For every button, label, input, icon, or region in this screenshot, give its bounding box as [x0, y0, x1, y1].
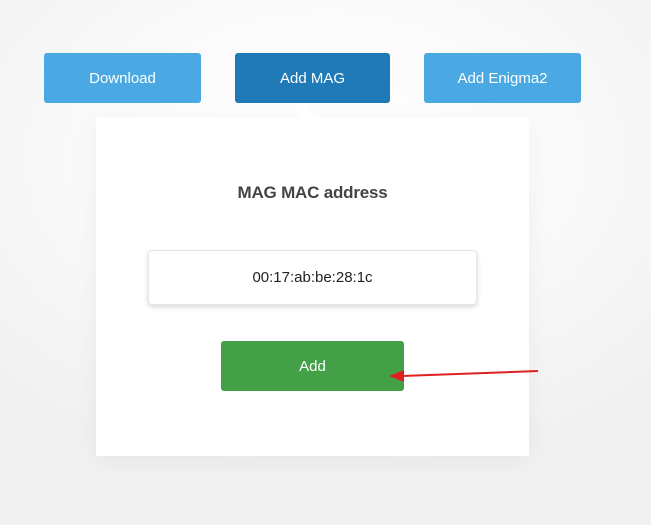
- add-mag-tab-label: Add MAG: [279, 69, 346, 87]
- add-enigma2-tab-button[interactable]: Add Enigma2: [424, 53, 581, 103]
- download-tab-button[interactable]: Download: [44, 53, 201, 103]
- download-tab-label: Download: [89, 69, 156, 87]
- active-tab-pointer: [297, 103, 315, 117]
- panel-title: MAG MAC address: [237, 183, 388, 202]
- add-button-label: Add: [299, 357, 326, 375]
- mac-address-input[interactable]: [148, 250, 477, 305]
- add-mag-tab-button[interactable]: Add MAG: [235, 53, 390, 103]
- add-mag-panel: MAG MAC address Add: [96, 117, 529, 456]
- add-enigma2-tab-label: Add Enigma2: [457, 69, 548, 87]
- add-button[interactable]: Add: [221, 341, 404, 391]
